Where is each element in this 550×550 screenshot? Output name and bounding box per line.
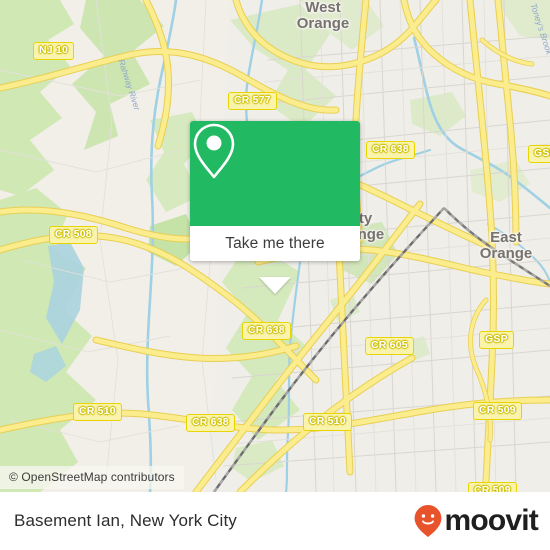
- road-shield: CR 638: [242, 322, 291, 340]
- road-shield: CR 605: [365, 337, 414, 355]
- road-shield: CR 638: [366, 141, 415, 159]
- road-shield: CR 510: [73, 403, 122, 421]
- road-shield: CR 509: [473, 402, 522, 420]
- road-shield: CR 509: [468, 482, 517, 492]
- place-title: Basement Ian, New York City: [14, 511, 237, 530]
- popup-action[interactable]: Take me there: [190, 226, 360, 261]
- road-shield: CR 508: [49, 226, 98, 244]
- map-pin-icon: [193, 123, 235, 179]
- road-shield: CR 638: [186, 414, 235, 432]
- road-shield: GSP: [528, 145, 550, 163]
- popup-card[interactable]: Take me there: [190, 121, 360, 261]
- moovit-pin-smile-icon: [415, 505, 442, 537]
- road-shield: CR 510: [303, 413, 352, 431]
- moovit-logo[interactable]: moovit: [413, 504, 539, 538]
- map-popup[interactable]: Take me there: [190, 121, 360, 294]
- popup-tail: [259, 277, 291, 294]
- osm-attribution[interactable]: © OpenStreetMap contributors: [0, 466, 184, 489]
- road-shield: GSP: [479, 331, 514, 349]
- road-shield: CR 577: [228, 92, 277, 110]
- map-canvas[interactable]: .park{fill:#cfe8b4;} .parkd{fill:#c5e3a7…: [0, 0, 550, 492]
- screenshot-root: .park{fill:#cfe8b4;} .parkd{fill:#c5e3a7…: [0, 0, 550, 550]
- popup-header: [190, 121, 360, 226]
- take-me-there-label: Take me there: [225, 234, 325, 252]
- road-shield: NJ 10: [33, 42, 75, 60]
- moovit-wordmark: moovit: [444, 504, 538, 537]
- footer-bar: Basement Ian, New York City moovit: [0, 492, 550, 550]
